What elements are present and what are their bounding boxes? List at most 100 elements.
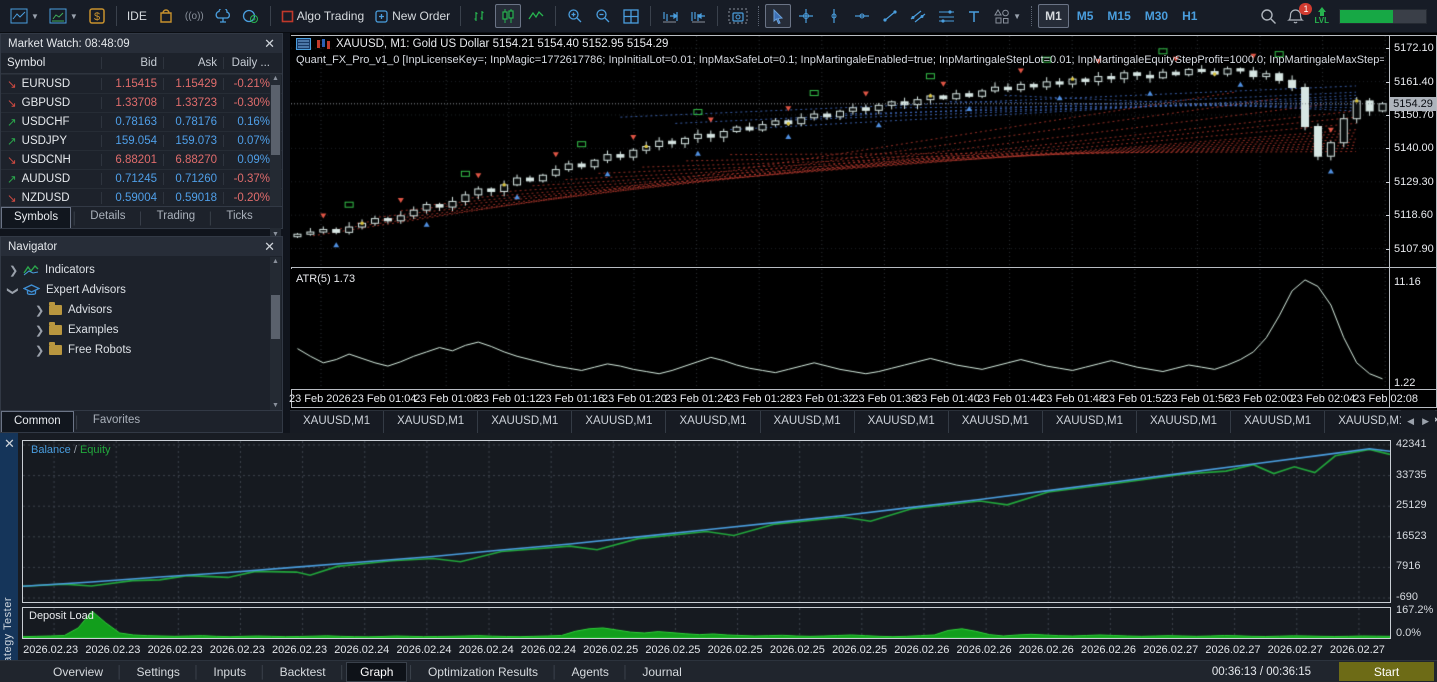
table-row[interactable]: ↘NZDUSD0.590040.59018-0.20% bbox=[1, 188, 282, 207]
chart-tab[interactable]: XAUUSD,M1 bbox=[572, 411, 666, 433]
chart-window[interactable]: XAUUSD, M1: Gold US Dollar 5154.21 5154.… bbox=[290, 33, 1437, 410]
atr-axis-label: 1.22 bbox=[1394, 377, 1415, 389]
tree-item-expert-advisors[interactable]: ❯Expert Advisors bbox=[1, 280, 282, 300]
auto-scroll-button[interactable] bbox=[657, 4, 683, 28]
timeframe-m5[interactable]: M5 bbox=[1071, 9, 1100, 23]
zoom-in-button[interactable] bbox=[562, 4, 588, 28]
market-store-icon[interactable] bbox=[153, 4, 179, 28]
close-icon[interactable]: ✕ bbox=[264, 37, 275, 50]
symbol-cell: ↗USDJPY bbox=[1, 134, 101, 148]
tab-trading[interactable]: Trading bbox=[145, 207, 208, 228]
line-chart-mode-button[interactable] bbox=[523, 4, 549, 28]
deposit-load-canvas[interactable] bbox=[23, 608, 1390, 638]
price-axis-label: 5118.60 bbox=[1394, 209, 1433, 221]
tree-item-indicators[interactable]: ❯Indicators bbox=[1, 260, 282, 280]
chevron-collapsed-icon[interactable]: ❯ bbox=[35, 304, 43, 317]
text-tool-button[interactable] bbox=[961, 4, 987, 28]
chevron-collapsed-icon[interactable]: ❯ bbox=[35, 344, 43, 357]
timeframe-h1[interactable]: H1 bbox=[1176, 9, 1203, 23]
tab-details[interactable]: Details bbox=[78, 207, 137, 228]
tester-tab-settings[interactable]: Settings bbox=[124, 662, 193, 682]
tab-ticks[interactable]: Ticks bbox=[214, 207, 264, 228]
fibonacci-tool-button[interactable] bbox=[933, 4, 959, 28]
tester-tab-graph[interactable]: Graph bbox=[346, 662, 407, 682]
time-axis-label: 23 Feb 01:52 bbox=[1103, 393, 1168, 405]
table-row[interactable]: ↗USDCHF0.781630.781760.16% bbox=[1, 112, 282, 131]
candlestick-mode-button[interactable] bbox=[495, 4, 521, 28]
tree-item-examples[interactable]: ❯ Examples bbox=[1, 320, 282, 340]
table-row[interactable]: ↘GBPUSD1.337081.33723-0.30% bbox=[1, 93, 282, 112]
timeframe-m15[interactable]: M15 bbox=[1101, 9, 1136, 23]
cursor-tool-button[interactable] bbox=[765, 4, 791, 28]
screenshot-button[interactable] bbox=[724, 4, 752, 28]
notifications-icon[interactable]: 1 bbox=[1287, 8, 1304, 25]
date-axis-label: 2026.02.27 bbox=[1330, 644, 1385, 656]
chart-tab[interactable]: XAUUSD,M1 bbox=[949, 411, 1043, 433]
search-icon[interactable] bbox=[1260, 8, 1277, 25]
chart-tab[interactable]: XAUUSD,M1 bbox=[666, 411, 760, 433]
chart-title: XAUUSD, M1: Gold US Dollar 5154.21 5154.… bbox=[296, 38, 668, 50]
trendline-tool-button[interactable] bbox=[877, 4, 903, 28]
channel-tool-button[interactable] bbox=[905, 4, 931, 28]
algo-trading-button[interactable]: Algo Trading bbox=[277, 4, 368, 28]
tree-item-advisors[interactable]: ❯Advisors bbox=[1, 300, 282, 320]
tree-item-free-robots[interactable]: ❯Free Robots bbox=[1, 340, 282, 360]
market-watch-button[interactable]: $ bbox=[84, 4, 110, 28]
chart-tab[interactable]: XAUUSD,M1 bbox=[1137, 411, 1231, 433]
tree-item-label: Examples bbox=[68, 324, 119, 336]
price-chart-canvas[interactable] bbox=[291, 36, 1389, 267]
crosshair-tool-button[interactable] bbox=[793, 4, 819, 28]
chart-tab[interactable]: XAUUSD,M1 bbox=[478, 411, 572, 433]
tile-windows-button[interactable] bbox=[618, 4, 644, 28]
new-chart-button[interactable]: ▼ bbox=[6, 4, 43, 28]
close-icon[interactable]: ✕ bbox=[264, 240, 275, 253]
tab-common[interactable]: Common bbox=[1, 411, 74, 432]
table-row[interactable]: ↗USDJPY159.054159.0730.07% bbox=[1, 131, 282, 150]
date-axis-label: 2026.02.23 bbox=[23, 644, 78, 656]
cloud-icon[interactable] bbox=[210, 4, 236, 28]
table-row[interactable]: ↘EURUSD1.154151.15429-0.21% bbox=[1, 74, 282, 93]
timeframe-m30[interactable]: M30 bbox=[1139, 9, 1174, 23]
chart-tab[interactable]: XAUUSD,M1 bbox=[1043, 411, 1137, 433]
chart-tab[interactable]: XAUUSD,M1 bbox=[855, 411, 949, 433]
levels-icon[interactable]: LVL bbox=[1314, 7, 1329, 25]
timeframe-m1[interactable]: M1 bbox=[1038, 4, 1069, 28]
signals-icon[interactable]: ((o)) bbox=[181, 4, 208, 28]
tester-tab-overview[interactable]: Overview bbox=[40, 662, 116, 682]
chart-tab-scroll-arrows[interactable]: ◀▶ bbox=[1401, 410, 1435, 433]
chevron-collapsed-icon[interactable]: ❯ bbox=[9, 264, 17, 277]
zoom-out-button[interactable] bbox=[590, 4, 616, 28]
new-order-button[interactable]: New Order bbox=[370, 4, 454, 28]
tab-favorites[interactable]: Favorites bbox=[81, 411, 152, 432]
shapes-tool-button[interactable]: ▼ bbox=[989, 4, 1025, 28]
community-icon[interactable] bbox=[238, 4, 264, 28]
chart-profiles-button[interactable]: ▼ bbox=[45, 4, 82, 28]
chart-tab[interactable]: XAUUSD,M1 bbox=[1231, 411, 1325, 433]
tester-tab-journal[interactable]: Journal bbox=[629, 662, 694, 682]
tester-tab-backtest[interactable]: Backtest bbox=[267, 662, 339, 682]
tester-tab-inputs[interactable]: Inputs bbox=[200, 662, 259, 682]
chevron-expanded-icon[interactable]: ❯ bbox=[7, 286, 20, 294]
chart-tab[interactable]: XAUUSD,M1 bbox=[761, 411, 855, 433]
tester-tab-optimization-results[interactable]: Optimization Results bbox=[415, 662, 551, 682]
atr-indicator-canvas[interactable] bbox=[291, 269, 1389, 389]
table-row[interactable]: ↗AUDUSD0.712450.71260-0.37% bbox=[1, 169, 282, 188]
horizontal-line-tool-button[interactable] bbox=[849, 4, 875, 28]
start-button[interactable]: Start bbox=[1339, 662, 1434, 681]
chevron-collapsed-icon[interactable]: ❯ bbox=[35, 324, 43, 337]
strategy-tester-sidebar[interactable]: ✕ Strategy Tester bbox=[0, 433, 18, 682]
scrollbar[interactable]: ▲▼ bbox=[270, 257, 281, 411]
chart-tab[interactable]: XAUUSD,M1 bbox=[290, 411, 384, 433]
bar-chart-mode-button[interactable] bbox=[467, 4, 493, 28]
chart-shift-button[interactable] bbox=[685, 4, 711, 28]
backtest-time-progress: 00:36:13 / 00:36:15 bbox=[1212, 666, 1311, 678]
tester-tab-agents[interactable]: Agents bbox=[559, 662, 622, 682]
ide-button[interactable]: IDE bbox=[123, 4, 151, 28]
balance-equity-canvas[interactable] bbox=[23, 441, 1390, 602]
table-row[interactable]: ↘USDCNH6.882016.882700.09% bbox=[1, 150, 282, 169]
chart-tab[interactable]: XAUUSD,M1 bbox=[384, 411, 478, 433]
price-axis-label: 5140.00 bbox=[1394, 142, 1434, 154]
vertical-line-tool-button[interactable] bbox=[821, 4, 847, 28]
close-icon[interactable]: ✕ bbox=[4, 437, 15, 450]
tab-symbols[interactable]: Symbols bbox=[1, 207, 71, 228]
